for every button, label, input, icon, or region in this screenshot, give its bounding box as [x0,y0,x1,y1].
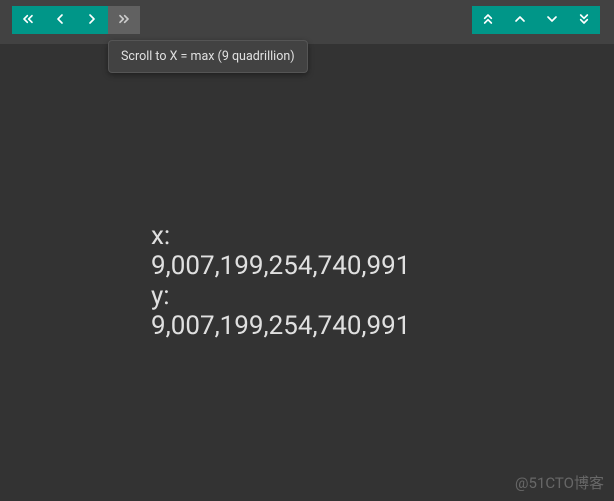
watermark: @51CTO博客 [515,472,604,493]
chevrons-down-icon [576,11,592,30]
chevron-down-icon [544,11,560,30]
horizontal-scroll-group [12,6,140,34]
tooltip: Scroll to X = max (9 quadrillion) [108,40,308,73]
scroll-y-prev-button[interactable] [504,6,536,34]
vertical-scroll-group [472,6,600,34]
scroll-x-prev-button[interactable] [44,6,76,34]
chevron-left-icon [52,11,68,30]
chevrons-up-icon [480,11,496,30]
chevrons-right-icon [116,11,132,30]
tooltip-text: Scroll to X = max (9 quadrillion) [121,49,295,64]
scroll-x-max-button[interactable] [108,6,140,34]
chevrons-left-icon [20,11,36,30]
x-value: 9,007,199,254,740,991 [151,252,410,282]
toolbar [0,0,614,44]
scroll-x-min-button[interactable] [12,6,44,34]
coordinates-display: x: 9,007,199,254,740,991 y: 9,007,199,25… [151,222,410,342]
y-label: y: [151,282,410,312]
scroll-y-max-button[interactable] [568,6,600,34]
scroll-y-next-button[interactable] [536,6,568,34]
y-value: 9,007,199,254,740,991 [151,312,410,342]
scroll-x-next-button[interactable] [76,6,108,34]
x-label: x: [151,222,410,252]
chevron-right-icon [84,11,100,30]
scroll-y-min-button[interactable] [472,6,504,34]
chevron-up-icon [512,11,528,30]
